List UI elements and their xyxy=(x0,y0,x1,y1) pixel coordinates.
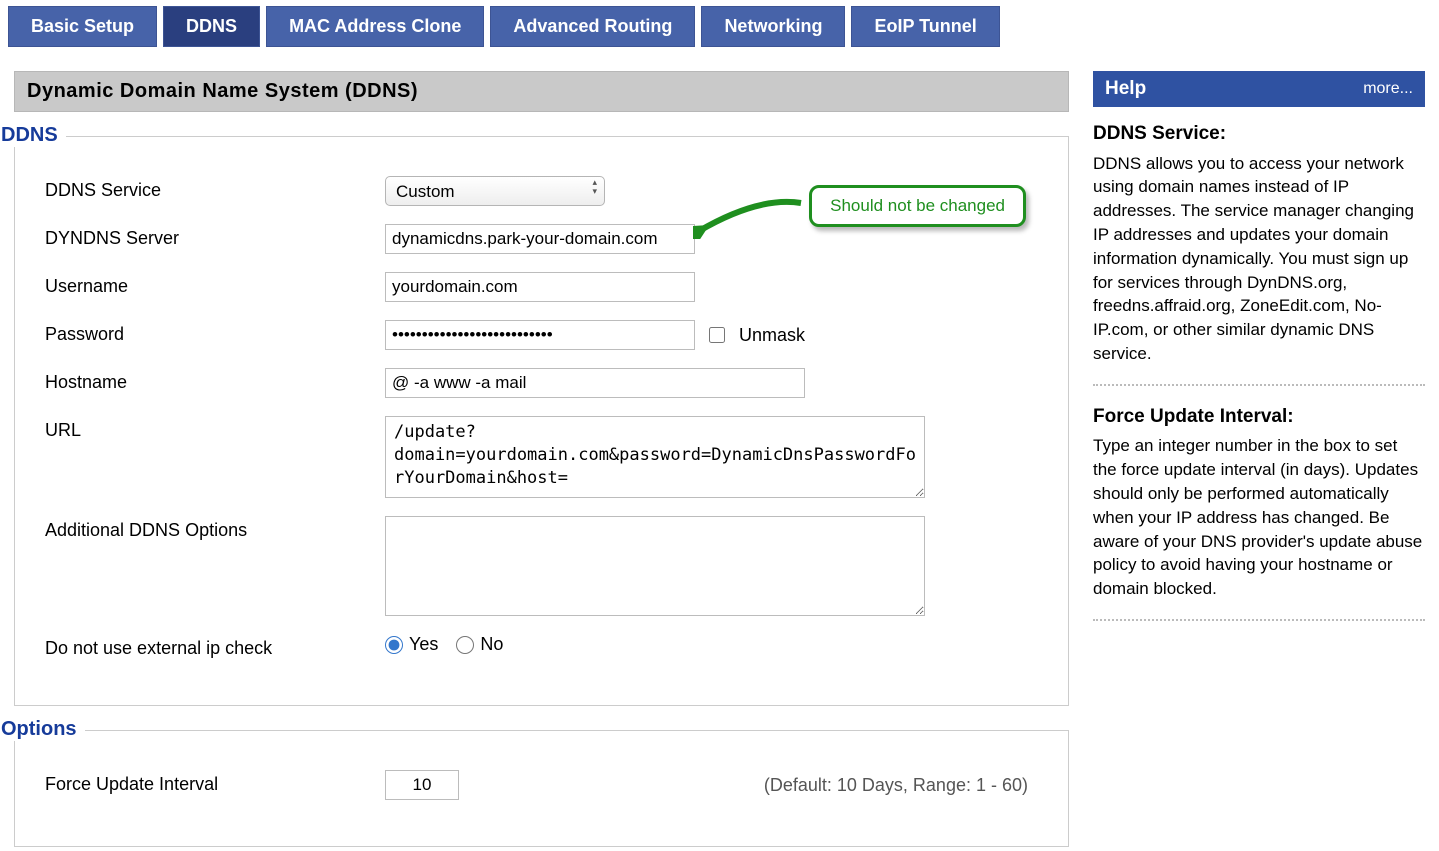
annotation-arrow-icon xyxy=(693,197,803,239)
noextip-no-text: No xyxy=(480,634,503,655)
ddns-legend: DDNS xyxy=(1,124,66,147)
password-input[interactable] xyxy=(385,320,695,350)
username-label: Username xyxy=(45,272,385,297)
unmask-label: Unmask xyxy=(739,325,805,346)
url-label: URL xyxy=(45,416,385,441)
tab-mac-address-clone[interactable]: MAC Address Clone xyxy=(266,6,484,47)
noextip-label: Do not use external ip check xyxy=(45,634,385,659)
dyndns-server-label: DYNDNS Server xyxy=(45,224,385,249)
url-textarea[interactable] xyxy=(385,416,925,498)
ddns-service-label: DDNS Service xyxy=(45,176,385,201)
tab-basic-setup[interactable]: Basic Setup xyxy=(8,6,157,47)
help-title: Help xyxy=(1105,78,1146,100)
noextip-yes-option[interactable]: Yes xyxy=(385,634,438,655)
options-section: Options Force Update Interval (Default: … xyxy=(14,730,1069,847)
help-ddns-body: DDNS allows you to access your network u… xyxy=(1093,152,1425,366)
tab-advanced-routing[interactable]: Advanced Routing xyxy=(490,6,695,47)
username-input[interactable] xyxy=(385,272,695,302)
noextip-no-radio[interactable] xyxy=(456,636,474,654)
noextip-no-option[interactable]: No xyxy=(456,634,503,655)
hostname-input[interactable] xyxy=(385,368,805,398)
ddns-section: DDNS DDNS Service Custom xyxy=(14,136,1069,706)
force-update-label: Force Update Interval xyxy=(45,770,385,795)
password-label: Password xyxy=(45,320,385,345)
ddns-service-select[interactable]: Custom xyxy=(385,176,605,206)
dyndns-server-input[interactable] xyxy=(385,224,695,254)
tab-networking[interactable]: Networking xyxy=(701,6,845,47)
page-title: Dynamic Domain Name System (DDNS) xyxy=(14,71,1069,112)
help-force-body: Type an integer number in the box to set… xyxy=(1093,434,1425,601)
help-sidebar: Help more... DDNS Service: DDNS allows y… xyxy=(1093,71,1425,639)
help-force-heading: Force Update Interval: xyxy=(1093,404,1425,431)
additional-ddns-label: Additional DDNS Options xyxy=(45,516,385,541)
help-ddns-heading: DDNS Service: xyxy=(1093,121,1425,148)
noextip-yes-text: Yes xyxy=(409,634,438,655)
options-legend: Options xyxy=(1,718,85,741)
tab-eoip-tunnel[interactable]: EoIP Tunnel xyxy=(851,6,999,47)
noextip-yes-radio[interactable] xyxy=(385,636,403,654)
nav-tabs: Basic Setup DDNS MAC Address Clone Advan… xyxy=(0,0,1439,47)
force-update-input[interactable] xyxy=(385,770,459,800)
tab-ddns[interactable]: DDNS xyxy=(163,6,260,47)
annotation-callout: Should not be changed xyxy=(809,185,1026,227)
unmask-checkbox[interactable] xyxy=(709,327,725,343)
hostname-label: Hostname xyxy=(45,368,385,393)
force-update-hint: (Default: 10 Days, Range: 1 - 60) xyxy=(764,775,1038,796)
additional-ddns-textarea[interactable] xyxy=(385,516,925,616)
help-more-link[interactable]: more... xyxy=(1363,80,1413,98)
